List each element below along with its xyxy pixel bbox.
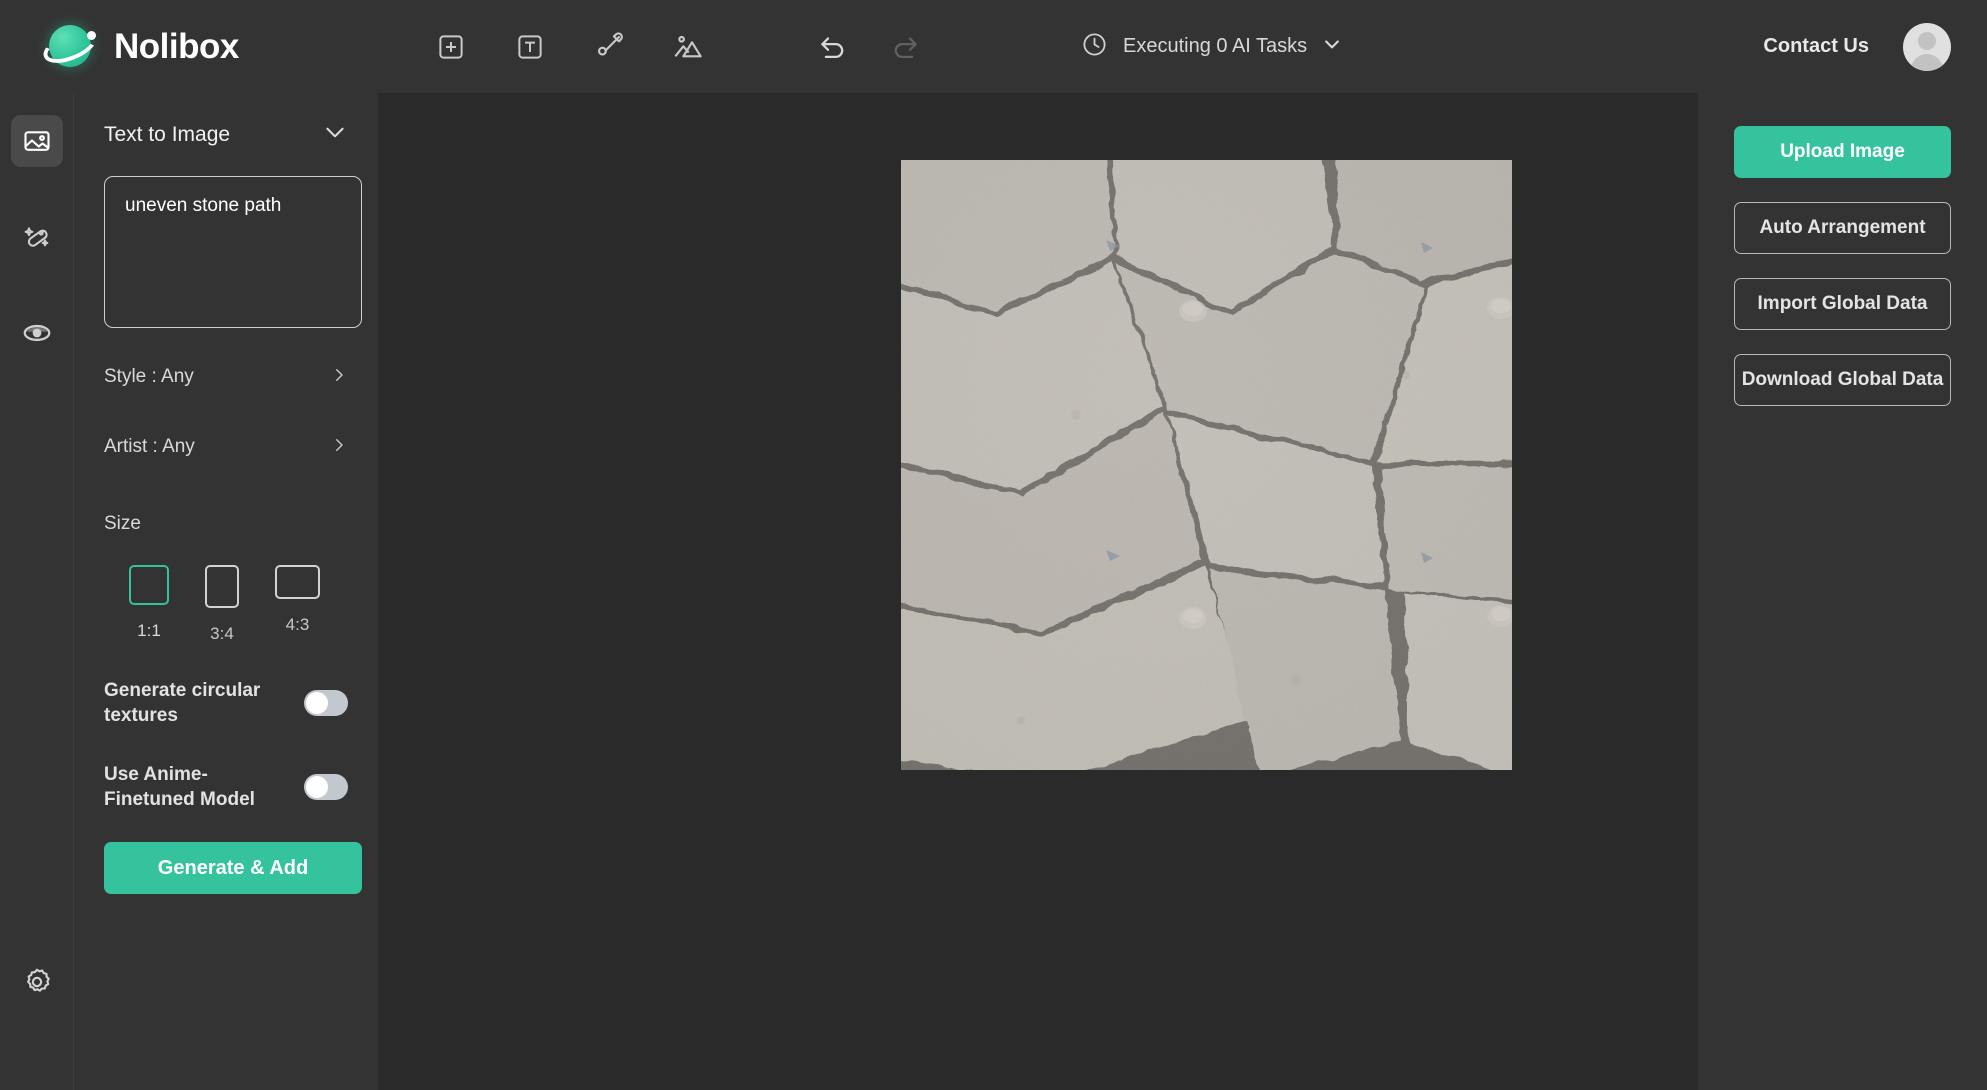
- generate-and-add-button[interactable]: Generate & Add: [104, 842, 362, 894]
- text-to-image-panel: Text to Image Style : Any Artist : Any: [74, 93, 378, 1090]
- circular-textures-label: Generate circular textures: [104, 678, 279, 728]
- size-caption: 1:1: [137, 621, 161, 641]
- add-square-icon[interactable]: [430, 26, 472, 68]
- circular-textures-toggle[interactable]: [304, 690, 348, 716]
- redo-arrow-icon[interactable]: [884, 26, 926, 68]
- text-box-icon[interactable]: [509, 26, 551, 68]
- prompt-input[interactable]: [104, 176, 362, 328]
- top-bar: Nolibox: [0, 0, 1987, 93]
- tool-group: [430, 26, 709, 68]
- user-avatar-icon[interactable]: [1903, 23, 1951, 71]
- download-global-data-button[interactable]: Download Global Data: [1734, 354, 1951, 406]
- ai-tasks-label: Executing 0 AI Tasks: [1123, 35, 1307, 58]
- size-label: Size: [104, 513, 348, 535]
- size-option-4-3[interactable]: 4:3: [275, 565, 320, 644]
- left-rail: [0, 93, 74, 1090]
- generated-stone-texture-image[interactable]: [901, 160, 1512, 770]
- auto-arrangement-button[interactable]: Auto Arrangement: [1734, 202, 1951, 254]
- anime-model-row: Use Anime-Finetuned Model: [104, 762, 348, 812]
- rail-item-image[interactable]: [11, 115, 63, 167]
- panel-title: Text to Image: [104, 123, 230, 147]
- gear-icon[interactable]: [11, 956, 63, 1008]
- app-root: Nolibox: [0, 0, 1987, 1090]
- size-option-3-4[interactable]: 3:4: [205, 565, 239, 644]
- clock-icon: [1081, 31, 1108, 63]
- upload-image-button[interactable]: Upload Image: [1734, 126, 1951, 178]
- panel-header[interactable]: Text to Image: [104, 119, 348, 150]
- chevron-right-icon: [330, 436, 348, 458]
- rail-item-settings[interactable]: [11, 956, 63, 1052]
- image-mountains-icon[interactable]: [667, 26, 709, 68]
- rail-item-magic-wand[interactable]: [11, 211, 63, 263]
- right-panel: Upload Image Auto Arrangement Import Glo…: [1698, 93, 1987, 1090]
- undo-arrow-icon[interactable]: [812, 26, 854, 68]
- style-selector[interactable]: Style : Any: [104, 351, 348, 403]
- style-selector-label: Style : Any: [104, 366, 194, 388]
- planet-logo-icon: [44, 21, 96, 73]
- chevron-down-icon[interactable]: [322, 119, 348, 150]
- chevron-right-icon: [330, 366, 348, 388]
- artboard[interactable]: [901, 160, 1512, 770]
- brush-icon[interactable]: [588, 26, 630, 68]
- size-shape-square-icon: [129, 565, 169, 605]
- circular-textures-row: Generate circular textures: [104, 678, 348, 728]
- size-shape-landscape-icon: [275, 565, 320, 599]
- import-global-data-button[interactable]: Import Global Data: [1734, 278, 1951, 330]
- size-option-group: 1:1 3:4 4:3: [104, 565, 348, 644]
- size-option-1-1[interactable]: 1:1: [129, 565, 169, 644]
- artist-selector[interactable]: Artist : Any: [104, 421, 348, 473]
- canvas-area[interactable]: [378, 93, 1698, 1090]
- contact-us-link[interactable]: Contact Us: [1763, 35, 1869, 58]
- size-shape-portrait-icon: [205, 565, 239, 608]
- history-group: [812, 26, 926, 68]
- rail-item-eye-circle[interactable]: [11, 307, 63, 359]
- brand[interactable]: Nolibox: [0, 21, 430, 73]
- anime-model-toggle[interactable]: [304, 774, 348, 800]
- size-caption: 3:4: [210, 624, 234, 644]
- chevron-down-icon: [1322, 34, 1342, 59]
- ai-tasks-status[interactable]: Executing 0 AI Tasks: [1081, 31, 1342, 63]
- body: Text to Image Style : Any Artist : Any: [0, 93, 1987, 1090]
- brand-name: Nolibox: [114, 27, 239, 67]
- size-caption: 4:3: [286, 615, 310, 635]
- anime-model-label: Use Anime-Finetuned Model: [104, 762, 279, 812]
- artist-selector-label: Artist : Any: [104, 436, 195, 458]
- top-bar-right: Contact Us: [1763, 0, 1951, 93]
